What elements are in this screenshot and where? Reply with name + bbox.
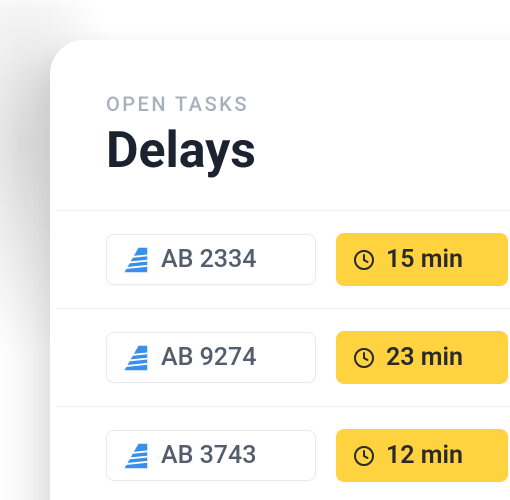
delay-chip[interactable]: 15 min bbox=[336, 233, 508, 286]
flight-chip[interactable]: AB 2334 bbox=[106, 234, 316, 285]
task-row[interactable]: AB 2334 15 min bbox=[106, 211, 510, 308]
clock-icon bbox=[352, 346, 376, 370]
clock-icon bbox=[352, 248, 376, 272]
delays-card: OPEN TASKS Delays AB 2334 15 min bbox=[50, 40, 510, 500]
airplane-tail-icon bbox=[121, 246, 149, 274]
flight-code: AB 2334 bbox=[161, 245, 256, 274]
task-row[interactable]: AB 9274 23 min bbox=[106, 309, 510, 406]
delay-value: 23 min bbox=[386, 343, 463, 372]
task-row[interactable]: AB 3743 12 min bbox=[106, 407, 510, 500]
flight-chip[interactable]: AB 9274 bbox=[106, 332, 316, 383]
delay-value: 12 min bbox=[386, 441, 463, 470]
clock-icon bbox=[352, 444, 376, 468]
delay-chip[interactable]: 12 min bbox=[336, 429, 508, 482]
airplane-tail-icon bbox=[121, 344, 149, 372]
flight-code: AB 9274 bbox=[161, 343, 256, 372]
airplane-tail-icon bbox=[121, 442, 149, 470]
flight-chip[interactable]: AB 3743 bbox=[106, 430, 316, 481]
page-title: Delays bbox=[106, 122, 510, 180]
section-label: OPEN TASKS bbox=[106, 92, 510, 116]
flight-code: AB 3743 bbox=[161, 441, 256, 470]
delay-chip[interactable]: 23 min bbox=[336, 331, 508, 384]
delay-value: 15 min bbox=[386, 245, 463, 274]
